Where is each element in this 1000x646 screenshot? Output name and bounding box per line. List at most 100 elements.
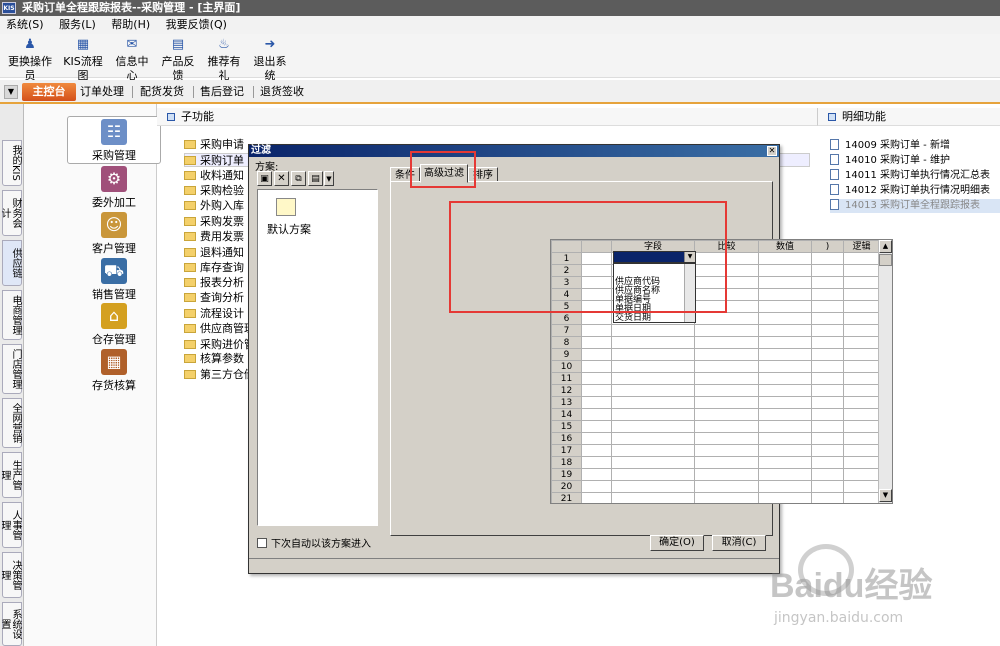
grid-cell[interactable] <box>581 408 612 421</box>
grid-cell[interactable] <box>811 312 844 325</box>
grid-row[interactable]: 12 <box>551 384 880 397</box>
module-sales[interactable]: ⛟ 销售管理 <box>67 258 161 302</box>
kis-flowchart-button[interactable]: ▦ KIS流程图 <box>60 37 106 83</box>
grid-cell[interactable] <box>843 264 880 277</box>
grid-cell[interactable] <box>758 336 812 349</box>
menu-service[interactable]: 服务(L) <box>53 16 102 34</box>
grid-cell[interactable] <box>581 360 612 373</box>
grid-cell[interactable] <box>694 420 759 433</box>
grid-cell[interactable] <box>811 384 844 397</box>
grid-cell[interactable] <box>581 420 612 433</box>
grid-cell[interactable] <box>694 480 759 493</box>
grid-cell[interactable] <box>843 396 880 409</box>
grid-cell[interactable] <box>811 456 844 469</box>
grid-row[interactable]: 10 <box>551 360 880 373</box>
field-option[interactable]: 交货日期 <box>615 314 695 323</box>
cancel-button[interactable]: 取消(C) <box>712 535 766 551</box>
sub-function-item[interactable]: 供应商管理 <box>184 322 255 336</box>
grid-cell[interactable] <box>811 396 844 409</box>
vtab-hr[interactable]: 人事管理 <box>0 502 22 548</box>
grid-cell[interactable] <box>811 468 844 481</box>
vtab-ecommerce[interactable]: 电商管理 <box>2 290 22 340</box>
switch-operator-button[interactable]: ♟ 更换操作员 <box>4 37 56 83</box>
sub-function-item[interactable]: 核算参数 <box>184 352 244 366</box>
grid-row[interactable]: 19 <box>551 468 880 481</box>
grid-row[interactable]: 18 <box>551 456 880 469</box>
sub-function-item[interactable]: 采购进价管 <box>184 338 255 352</box>
grid-cell[interactable] <box>811 372 844 385</box>
grid-cell[interactable] <box>811 408 844 421</box>
grid-cell[interactable] <box>694 444 759 457</box>
info-center-button[interactable]: ✉ 信息中心 <box>111 37 153 83</box>
grid-cell[interactable] <box>694 324 759 337</box>
vtab-finance[interactable]: 财务会计 <box>0 190 22 236</box>
folder-icon[interactable] <box>276 198 296 216</box>
grid-cell[interactable] <box>611 372 695 385</box>
sub-function-item[interactable]: 报表分析 <box>184 276 244 290</box>
grid-cell[interactable] <box>611 384 695 397</box>
nav-after-sales[interactable]: 售后登记 <box>200 83 244 101</box>
default-plan-item[interactable]: 默认方案 <box>267 221 311 237</box>
grid-cell[interactable] <box>694 312 759 325</box>
grid-cell[interactable] <box>758 432 812 445</box>
grid-cell[interactable] <box>611 468 695 481</box>
module-purchase[interactable]: ☷ 采购管理 <box>67 116 161 164</box>
grid-cell[interactable] <box>581 456 612 469</box>
grid-cell[interactable] <box>758 372 812 385</box>
grid-cell[interactable] <box>694 348 759 361</box>
module-warehouse[interactable]: ⌂ 仓存管理 <box>67 303 161 347</box>
grid-cell[interactable] <box>581 468 612 481</box>
dropdown-icon[interactable]: ▼ <box>324 171 334 186</box>
detail-item[interactable]: 14011 采购订单执行情况汇总表 <box>830 169 990 183</box>
grid-cell[interactable] <box>843 324 880 337</box>
sub-function-item[interactable]: 库存查询 <box>184 261 244 275</box>
grid-cell[interactable] <box>694 372 759 385</box>
nav-distribution-shipping[interactable]: 配货发货 <box>140 83 184 101</box>
grid-cell[interactable] <box>758 348 812 361</box>
grid-cell[interactable] <box>843 360 880 373</box>
detail-item-selected[interactable]: 14013 采购订单全程跟踪报表 <box>830 199 1000 213</box>
grid-cell[interactable] <box>581 312 612 325</box>
delete-icon[interactable]: ✕ <box>274 171 289 186</box>
grid-cell[interactable] <box>843 384 880 397</box>
sub-function-item[interactable]: 费用发票 <box>184 230 244 244</box>
grid-cell[interactable] <box>581 444 612 457</box>
grid-row[interactable]: 13 <box>551 396 880 409</box>
grid-cell[interactable] <box>694 336 759 349</box>
grid-cell[interactable] <box>843 312 880 325</box>
scroll-thumb[interactable] <box>879 254 892 266</box>
grid-cell[interactable] <box>811 264 844 277</box>
sub-function-item[interactable]: 查询分析 <box>184 291 244 305</box>
vtab-marketing[interactable]: 全网营销 <box>2 398 22 448</box>
chevron-down-icon[interactable]: ▼ <box>4 85 18 99</box>
grid-cell[interactable] <box>843 348 880 361</box>
product-feedback-button[interactable]: ▤ 产品反馈 <box>157 37 199 83</box>
grid-cell[interactable] <box>843 288 880 301</box>
exit-system-button[interactable]: ➜ 退出系统 <box>249 37 291 83</box>
grid-cell[interactable] <box>811 252 844 265</box>
module-customer[interactable]: ☺ 客户管理 <box>67 212 161 256</box>
grid-cell[interactable] <box>843 300 880 313</box>
grid-cell[interactable] <box>811 300 844 313</box>
grid-cell[interactable] <box>611 348 695 361</box>
grid-row[interactable]: 6 <box>551 312 880 325</box>
grid-cell[interactable] <box>611 408 695 421</box>
detail-item[interactable]: 14009 采购订单 - 新增 <box>830 139 950 153</box>
grid-row[interactable]: 16 <box>551 432 880 445</box>
grid-cell[interactable] <box>758 384 812 397</box>
tab-advanced-filter[interactable]: 高级过滤 <box>420 164 468 183</box>
grid-cell[interactable] <box>611 480 695 493</box>
grid-cell[interactable] <box>758 360 812 373</box>
vtab-my-kis[interactable]: 我的KIS <box>2 140 22 186</box>
grid-cell[interactable] <box>694 360 759 373</box>
grid-cell[interactable] <box>758 264 812 277</box>
grid-cell[interactable] <box>758 300 812 313</box>
grid-cell[interactable] <box>758 396 812 409</box>
ok-button[interactable]: 确定(O) <box>650 535 704 551</box>
scroll-up-icon[interactable]: ▲ <box>879 240 892 253</box>
grid-cell[interactable] <box>611 420 695 433</box>
grid-cell[interactable] <box>611 444 695 457</box>
sub-function-item[interactable]: 第三方仓储 <box>184 368 255 382</box>
detail-item[interactable]: 14012 采购订单执行情况明细表 <box>830 184 990 198</box>
scroll-down-icon[interactable]: ▼ <box>879 489 892 502</box>
